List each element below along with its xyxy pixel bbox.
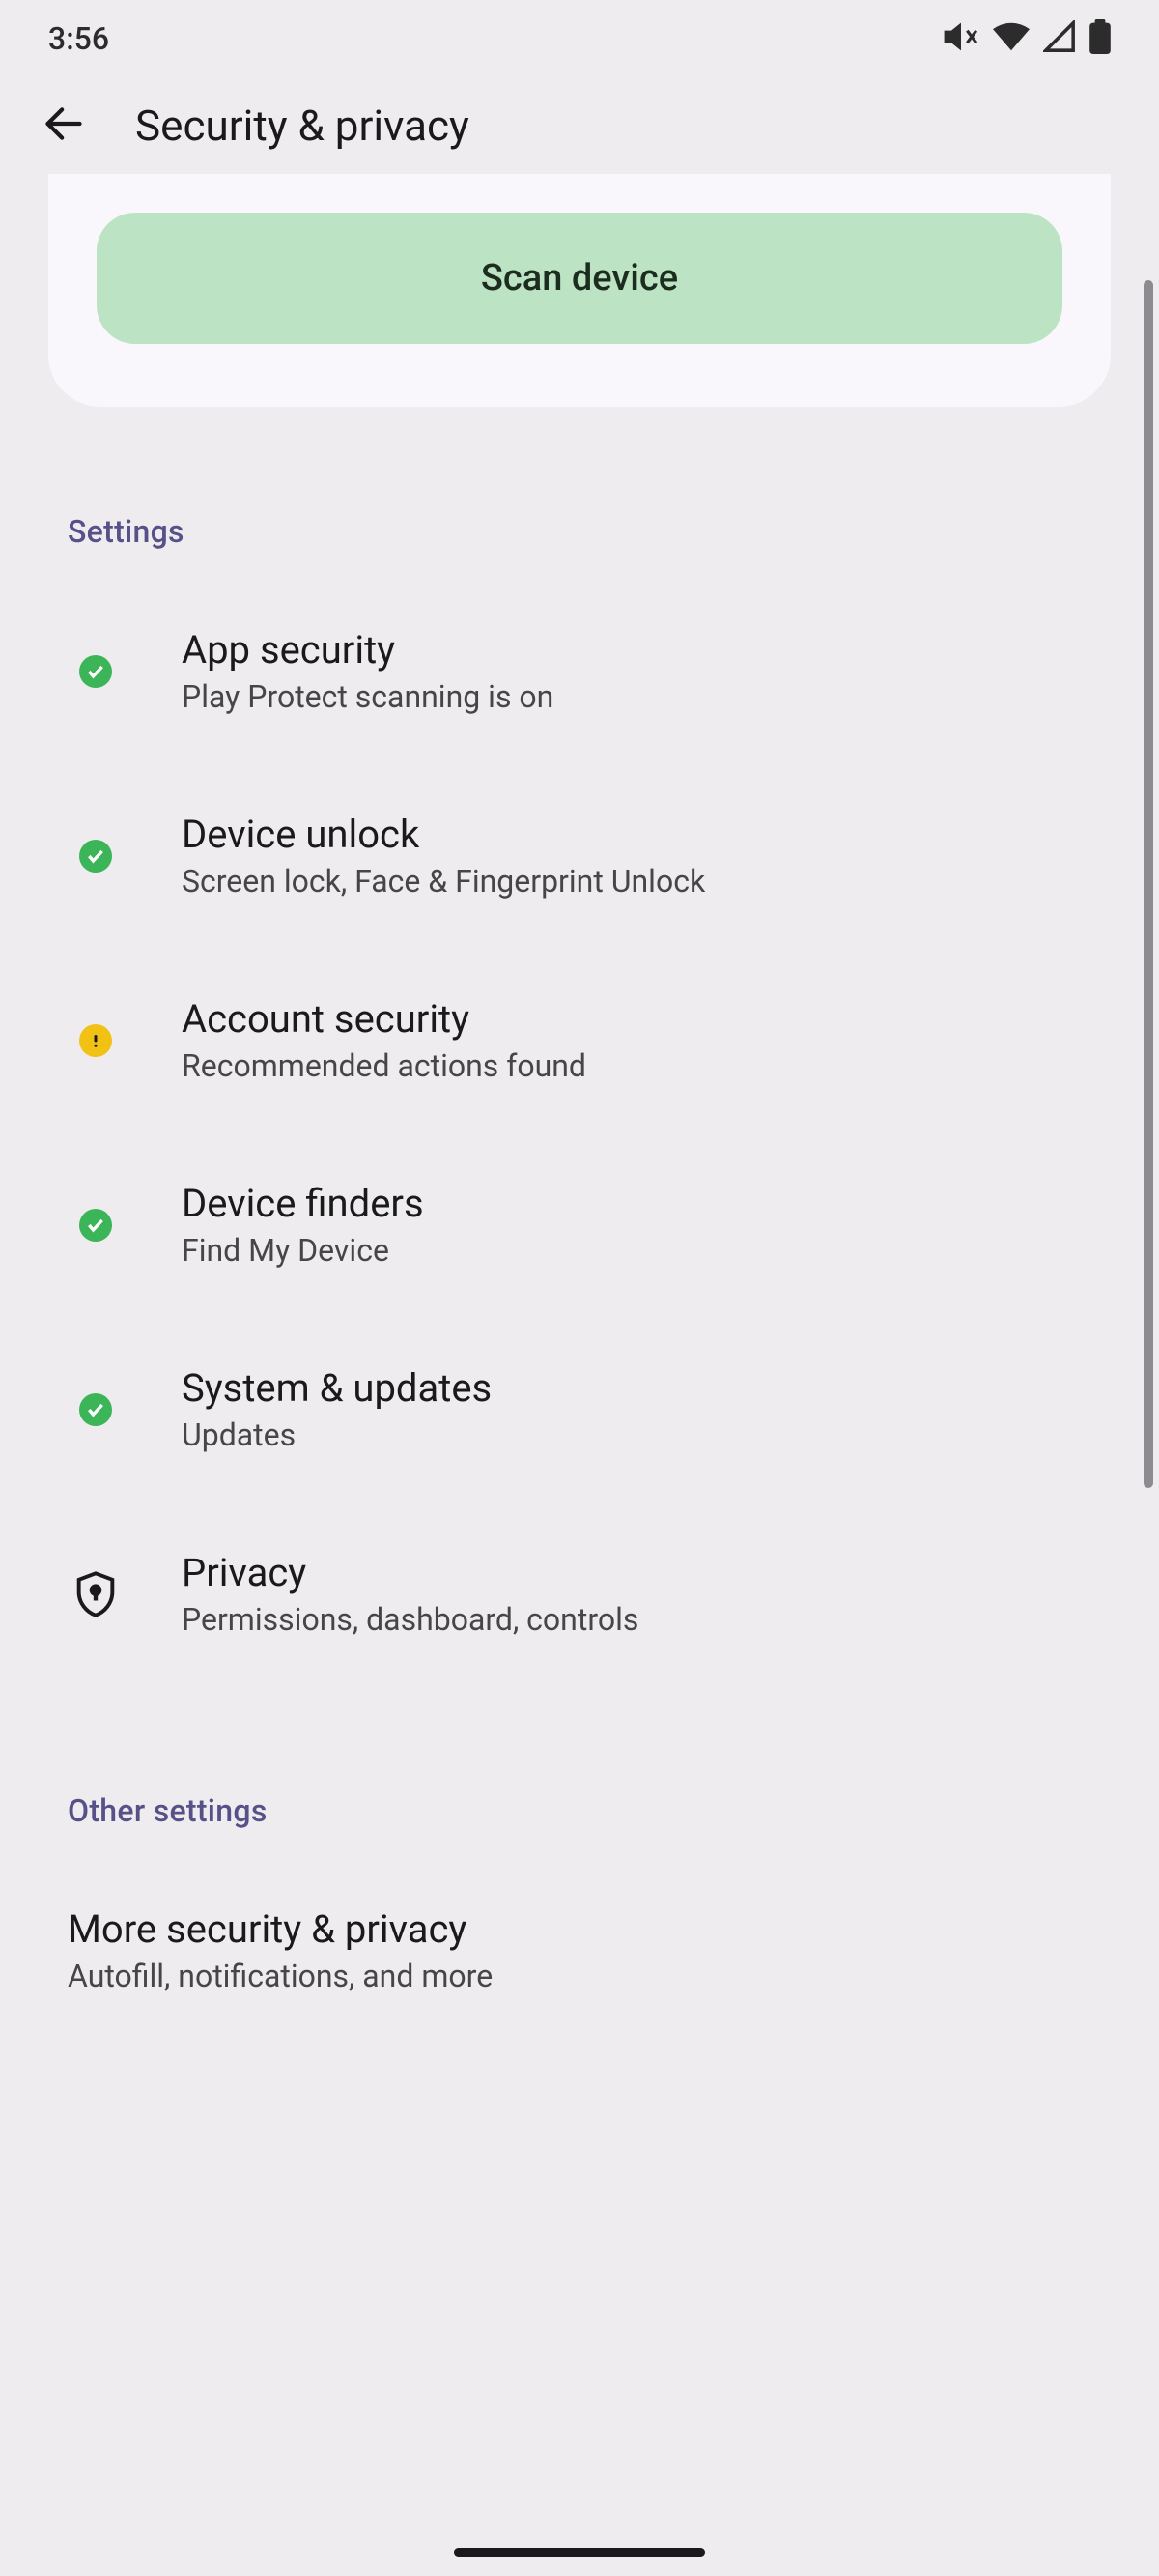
- app-header: Security & privacy: [0, 77, 1159, 174]
- status-bar: 3:56: [0, 0, 1159, 77]
- item-subtitle: Autofill, notifications, and more: [68, 1958, 1091, 1994]
- item-subtitle: Updates: [182, 1417, 492, 1453]
- cell-signal-icon: [1043, 20, 1076, 57]
- status-time: 3:56: [48, 20, 109, 57]
- item-subtitle: Recommended actions found: [182, 1047, 586, 1084]
- list-item-device-finders[interactable]: Device finders Find My Device: [0, 1132, 1159, 1317]
- item-subtitle: Play Protect scanning is on: [182, 678, 553, 715]
- list-item-more-security[interactable]: More security & privacy Autofill, notifi…: [0, 1858, 1159, 2043]
- item-title: Device finders: [182, 1181, 424, 1226]
- item-title: More security & privacy: [68, 1906, 1091, 1952]
- item-title: App security: [182, 627, 553, 673]
- list-item-privacy[interactable]: Privacy Permissions, dashboard, controls: [0, 1502, 1159, 1686]
- list-item-account-security[interactable]: Account security Recommended actions fou…: [0, 948, 1159, 1132]
- check-ok-icon: [68, 1197, 124, 1253]
- item-subtitle: Find My Device: [182, 1232, 424, 1269]
- item-title: Privacy: [182, 1550, 638, 1595]
- item-title: System & updates: [182, 1365, 492, 1411]
- check-ok-icon: [68, 1382, 124, 1438]
- battery-icon: [1089, 19, 1111, 58]
- list-item-system-updates[interactable]: System & updates Updates: [0, 1317, 1159, 1502]
- back-arrow-icon[interactable]: [42, 102, 85, 149]
- section-header-settings: Settings: [68, 513, 1091, 550]
- shield-icon: [68, 1566, 124, 1622]
- check-ok-icon: [68, 828, 124, 884]
- page-title: Security & privacy: [135, 100, 469, 151]
- item-subtitle: Screen lock, Face & Fingerprint Unlock: [182, 863, 705, 900]
- status-icons: [943, 18, 1111, 59]
- section-header-other: Other settings: [68, 1792, 1091, 1829]
- item-title: Device unlock: [182, 812, 705, 857]
- scrollbar[interactable]: [1144, 280, 1153, 1488]
- list-item-app-security[interactable]: App security Play Protect scanning is on: [0, 579, 1159, 763]
- mute-icon: [943, 18, 979, 59]
- scan-card: Scan device: [48, 174, 1111, 407]
- check-ok-icon: [68, 644, 124, 700]
- scan-device-button[interactable]: Scan device: [97, 213, 1062, 344]
- home-indicator[interactable]: [454, 2548, 705, 2557]
- warning-icon: [68, 1013, 124, 1069]
- wifi-icon: [993, 22, 1030, 55]
- list-item-device-unlock[interactable]: Device unlock Screen lock, Face & Finger…: [0, 763, 1159, 948]
- item-subtitle: Permissions, dashboard, controls: [182, 1601, 638, 1638]
- item-title: Account security: [182, 996, 586, 1042]
